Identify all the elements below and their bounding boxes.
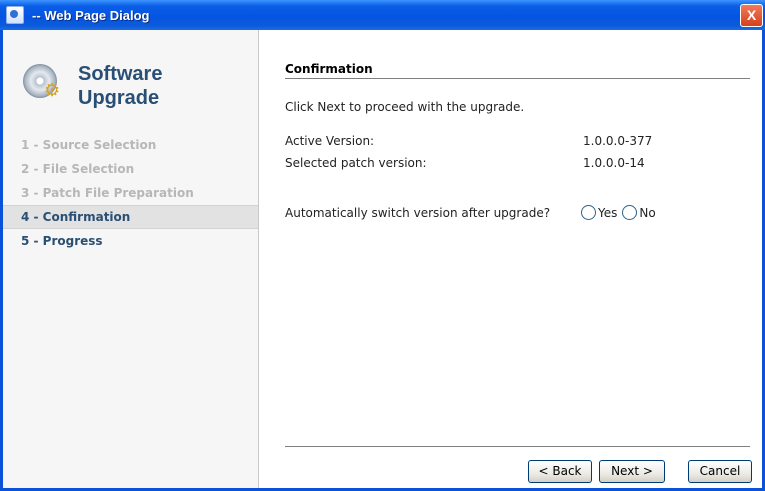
step-file-selection: 2 - File Selection (21, 162, 135, 176)
intro-text: Click Next to proceed with the upgrade. (285, 100, 525, 114)
patch-version-value: 1.0.0.0-14 (583, 156, 645, 170)
step-patch-file-preparation: 3 - Patch File Preparation (21, 186, 194, 200)
dialog-content: ⚙ Software Upgrade 1 - Source Selection … (3, 30, 762, 488)
active-version-label: Active Version: (285, 134, 375, 148)
wizard-brand: ⚙ Software Upgrade (16, 52, 256, 112)
section-title: Confirmation (285, 62, 373, 76)
close-button[interactable]: X (740, 4, 763, 27)
wizard-steps: 1 - Source Selection 2 - File Selection … (3, 133, 258, 253)
wizard-title: Software Upgrade (78, 63, 163, 109)
active-version-value: 1.0.0.0-377 (583, 134, 653, 148)
window-title: -- Web Page Dialog (32, 7, 150, 23)
web-page-dialog: -- Web Page Dialog X ⚙ Software Upgrade … (0, 0, 765, 491)
step-source-selection: 1 - Source Selection (21, 138, 157, 152)
footer-divider (285, 446, 750, 447)
section-divider (285, 78, 750, 79)
auto-switch-options: Yes No (581, 205, 661, 220)
yes-radio[interactable] (581, 205, 596, 220)
no-radio[interactable] (622, 205, 638, 220)
title-bar[interactable]: -- Web Page Dialog X (0, 0, 765, 30)
wizard-sidebar: ⚙ Software Upgrade 1 - Source Selection … (3, 30, 259, 488)
ie-page-icon (6, 6, 24, 24)
yes-radio-label[interactable]: Yes (598, 206, 617, 220)
step-confirmation: 4 - Confirmation (3, 205, 258, 229)
step-progress: 5 - Progress (21, 234, 103, 248)
auto-switch-question: Automatically switch version after upgra… (285, 206, 551, 220)
no-radio-label[interactable]: No (639, 206, 655, 220)
gear-icon: ⚙ (44, 80, 61, 101)
next-button[interactable]: Next > (599, 460, 665, 483)
patch-version-label: Selected patch version: (285, 156, 427, 170)
wizard-main: Confirmation Click Next to proceed with … (285, 30, 752, 488)
cancel-button[interactable]: Cancel (688, 460, 752, 483)
back-button[interactable]: < Back (528, 460, 592, 483)
